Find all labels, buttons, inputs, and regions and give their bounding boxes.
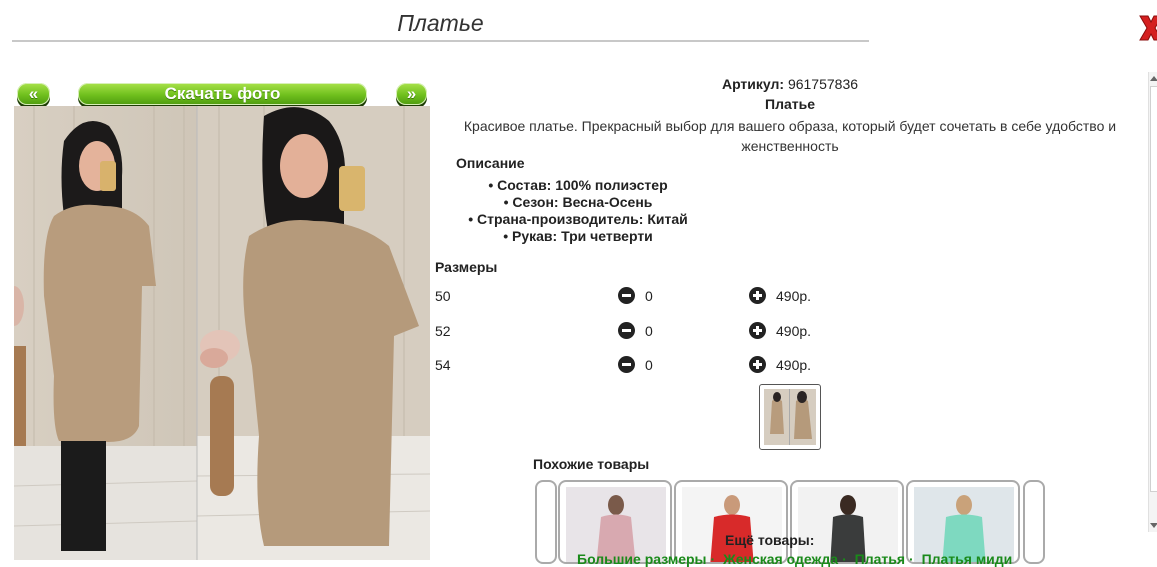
sku: Артикул: 961757836 [440, 76, 1140, 92]
scrollbar[interactable] [1148, 72, 1157, 532]
scroll-down-icon[interactable] [1150, 523, 1157, 528]
category-link[interactable]: Женская одежда [723, 551, 838, 567]
minus-icon[interactable] [618, 356, 635, 373]
spec-item: • Состав: 100% полиэстер [488, 177, 668, 193]
product-name: Платье [765, 96, 815, 112]
plus-icon[interactable] [749, 356, 766, 373]
quantity-value: 0 [645, 288, 653, 304]
close-icon[interactable] [1136, 10, 1157, 46]
minus-icon[interactable] [618, 287, 635, 304]
minus-icon[interactable] [618, 322, 635, 339]
download-photo-button[interactable]: Скачать фото [78, 83, 367, 105]
sku-value: 961757836 [787, 76, 859, 92]
similar-carousel [535, 480, 1047, 564]
category-link[interactable]: Платья миди [922, 551, 1013, 567]
sku-label: Артикул: [721, 76, 785, 92]
spec-item: • Страна-производитель: Китай [468, 211, 688, 227]
size-row: 54 0 490р. [435, 356, 835, 377]
product-description: Красивое платье. Прекрасный выбор для ва… [463, 118, 1117, 154]
size-row: 50 0 490р. [435, 287, 835, 308]
category-links: Большие размеры · Женская одежда · Платья ·… [577, 551, 1013, 567]
price: 490р. [776, 323, 812, 339]
carousel-prev-card[interactable] [535, 480, 557, 564]
sizes-heading: Размеры [435, 259, 498, 275]
similar-heading: Похожие товары [533, 456, 650, 472]
quantity-value: 0 [645, 357, 653, 373]
prev-photo-button[interactable]: « [17, 83, 50, 105]
photo-thumbnail[interactable] [759, 384, 821, 450]
more-products-heading: Ещё товары: [725, 532, 815, 548]
spec-item: • Сезон: Весна-Осень [503, 194, 653, 210]
spec-list: • Состав: 100% полиэстер • Сезон: Весна-… [458, 177, 698, 245]
scrollbar-thumb[interactable] [1150, 86, 1157, 492]
plus-icon[interactable] [749, 322, 766, 339]
price: 490р. [776, 357, 812, 373]
page-title: Платье [12, 8, 869, 42]
description-heading: Описание [456, 155, 525, 171]
size-row: 52 0 490р. [435, 322, 835, 343]
price: 490р. [776, 288, 812, 304]
quantity-value: 0 [645, 323, 653, 339]
size-label: 50 [435, 288, 451, 304]
category-link[interactable]: Платья [855, 551, 905, 567]
carousel-next-card[interactable] [1023, 480, 1045, 564]
category-link[interactable]: Большие размеры [577, 551, 707, 567]
spec-item: • Рукав: Три четверти [503, 228, 653, 244]
size-label: 52 [435, 323, 451, 339]
next-photo-button[interactable]: » [396, 83, 427, 105]
scroll-up-icon[interactable] [1150, 76, 1157, 81]
size-label: 54 [435, 357, 451, 373]
product-photo[interactable] [14, 106, 430, 560]
plus-icon[interactable] [749, 287, 766, 304]
